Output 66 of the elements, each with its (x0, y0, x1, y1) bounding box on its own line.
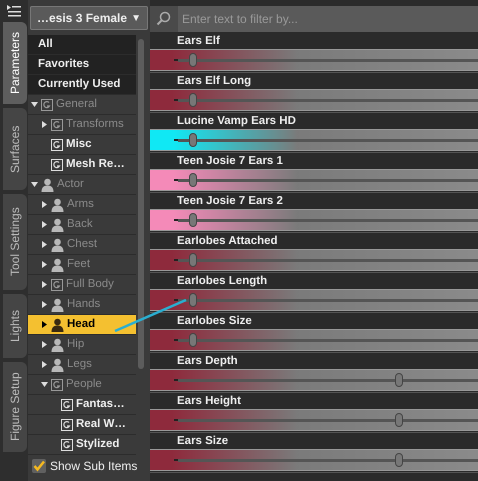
slider-thumb[interactable] (395, 413, 404, 427)
slider-thumb[interactable] (188, 133, 197, 147)
slider-thumb[interactable] (395, 453, 404, 467)
slider-label: Ears Depth (176, 354, 238, 369)
person-icon (41, 178, 54, 192)
tree-item[interactable]: Favorites (28, 55, 136, 75)
slider[interactable] (150, 89, 478, 111)
side-tab[interactable]: Parameters (3, 22, 27, 104)
slider[interactable] (150, 329, 478, 351)
group-icon (51, 158, 63, 170)
slider[interactable] (150, 449, 478, 471)
person-icon (51, 298, 64, 312)
checkbox[interactable] (32, 459, 46, 473)
group-icon (51, 278, 63, 290)
person-icon (51, 198, 64, 212)
group-icon (61, 418, 73, 430)
person-icon (51, 318, 64, 332)
figure-dropdown[interactable]: …esis 3 Female ▼ (30, 6, 148, 30)
side-tab[interactable]: Lights (3, 294, 27, 358)
panel-menu-icon[interactable] (6, 4, 22, 18)
slider-label: Ears Size (176, 434, 228, 449)
slider-label: Earlobes Length (176, 274, 268, 289)
slider-label: Teen Josie 7 Ears 1 (176, 154, 283, 169)
search-icon (156, 11, 172, 27)
filter-field[interactable]: Enter text to filter by... (178, 6, 478, 32)
person-icon (51, 358, 64, 372)
slider[interactable] (150, 209, 478, 231)
slider[interactable] (150, 369, 478, 391)
slider[interactable] (150, 289, 478, 311)
slider-thumb[interactable] (188, 253, 197, 267)
side-tab[interactable]: Surfaces (3, 108, 27, 190)
slider-thumb[interactable] (188, 173, 197, 187)
tree-item[interactable]: Currently Used (28, 75, 136, 95)
side-tab[interactable]: Figure Setup (3, 362, 27, 452)
group-icon (51, 378, 63, 390)
slider-label: Lucine Vamp Ears HD (176, 114, 296, 129)
slider-label: Ears Height (176, 394, 241, 409)
side-tab[interactable]: Tool Settings (3, 194, 27, 290)
group-icon (61, 438, 73, 450)
group-icon (51, 118, 63, 130)
slider-label: Earlobes Size (176, 314, 252, 329)
person-icon (51, 258, 64, 272)
slider[interactable] (150, 409, 478, 431)
slider-thumb[interactable] (188, 333, 197, 347)
slider[interactable] (150, 129, 478, 151)
slider-thumb[interactable] (188, 53, 197, 67)
scrollbar[interactable] (138, 39, 144, 369)
slider[interactable] (150, 49, 478, 71)
slider-thumb[interactable] (188, 93, 197, 107)
slider-label: Earlobes Attached (176, 234, 278, 249)
group-icon (51, 138, 63, 150)
slider-label: Ears Elf (176, 34, 220, 49)
slider-label: Ears Elf Long (176, 74, 252, 89)
person-icon (51, 238, 64, 252)
tree-item[interactable]: All (28, 35, 136, 55)
slider-thumb[interactable] (395, 373, 404, 387)
slider[interactable] (150, 169, 478, 191)
group-icon (41, 98, 53, 110)
slider[interactable] (150, 249, 478, 271)
person-icon (51, 218, 64, 232)
person-icon (51, 338, 64, 352)
slider-label: Teen Josie 7 Ears 2 (176, 194, 283, 209)
checkbox-label: Show Sub Items (50, 458, 138, 475)
slider-thumb[interactable] (188, 293, 197, 307)
group-icon (61, 398, 73, 410)
slider-thumb[interactable] (188, 213, 197, 227)
